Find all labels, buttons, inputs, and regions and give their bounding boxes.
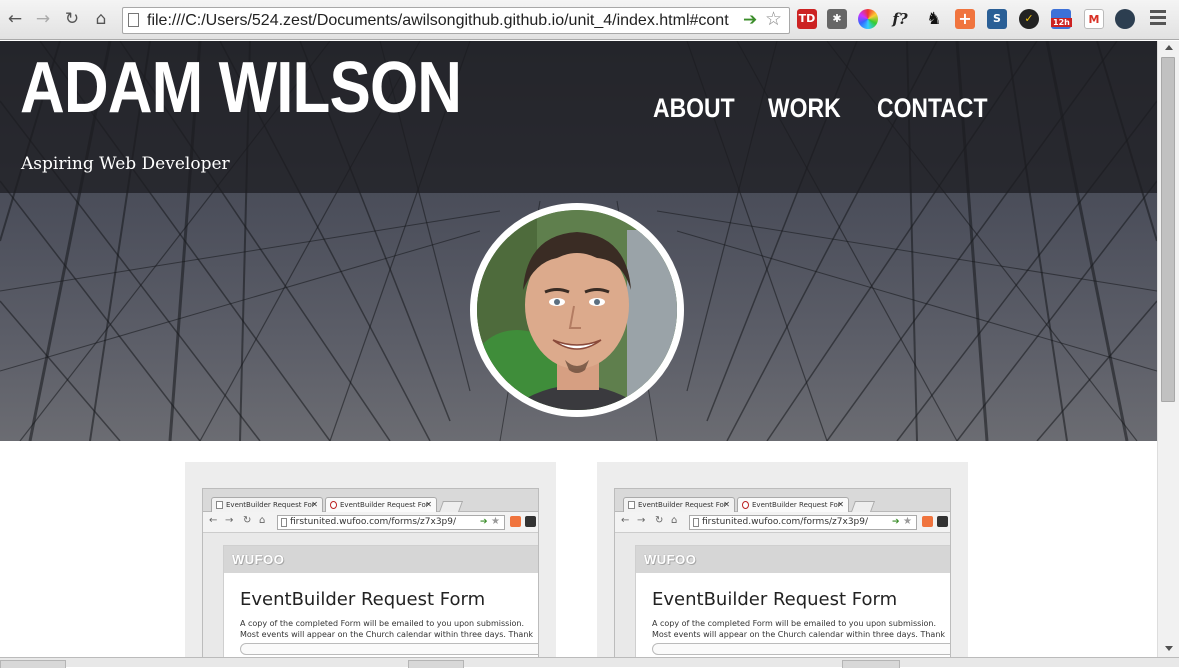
form-field <box>240 643 538 655</box>
wufoo-header: WUFOO <box>224 546 538 573</box>
page-icon <box>128 13 139 27</box>
page-icon <box>330 501 337 509</box>
nav-link-about[interactable]: ABOUT <box>653 93 735 124</box>
page-icon <box>216 501 223 509</box>
color-wheel-extension-icon[interactable] <box>858 9 878 29</box>
new-tab-icon <box>850 501 876 512</box>
hero-section: ADAM WILSON Aspiring Web Developer ABOUT… <box>0 41 1157 441</box>
screenshot-tabstrip: EventBuilder Request For ✕ EventBuilder R… <box>615 489 950 512</box>
wufoo-logo: WUFOO <box>644 552 697 567</box>
screenshot-tab: EventBuilder Request For ✕ <box>325 497 437 512</box>
portfolio-section: EventBuilder Request For ✕ EventBuilder R… <box>0 441 1157 657</box>
screenshot-tab: EventBuilder Request For ✕ <box>211 497 323 512</box>
screenshot-toolbar: ← → ↻ ⌂ firstunited.wufoo.com/forms/z7x3… <box>203 512 538 533</box>
checkmark-extension-icon[interactable]: ✓ <box>1019 9 1039 29</box>
asterisk-extension-icon[interactable]: ✱ <box>827 9 847 29</box>
forward-arrow-icon: → <box>225 515 234 526</box>
close-icon: ✕ <box>837 500 844 509</box>
plus-extension-icon <box>510 516 521 527</box>
star-icon: ★ <box>903 516 912 527</box>
go-arrow-icon[interactable]: ➔ <box>743 10 757 30</box>
back-arrow-icon: ← <box>209 515 218 526</box>
go-arrow-icon: ➔ <box>892 517 900 527</box>
taskbar-edge <box>0 657 1179 668</box>
back-arrow-icon: ← <box>621 515 630 526</box>
site-tagline: Aspiring Web Developer <box>21 154 230 174</box>
screenshot-page: WUFOO EventBuilder Request Form A copy o… <box>223 545 538 657</box>
page-icon <box>742 501 749 509</box>
form-description: A copy of the completed Form will be ema… <box>240 619 534 639</box>
form-description: A copy of the completed Form will be ema… <box>652 619 946 639</box>
reload-icon: ↻ <box>655 515 664 526</box>
portfolio-card[interactable]: EventBuilder Request For ✕ EventBuilder R… <box>597 462 968 657</box>
scroll-down-arrow-icon[interactable] <box>1165 646 1173 651</box>
home-icon: ⌂ <box>671 515 678 526</box>
ninja-extension-icon[interactable]: ♞ <box>924 9 944 29</box>
wufoo-header: WUFOO <box>636 546 950 573</box>
go-arrow-icon: ➔ <box>480 517 488 527</box>
reload-icon[interactable]: ↻ <box>61 8 83 30</box>
td-extension-icon[interactable]: TD <box>797 9 817 29</box>
calendar-extension-icon[interactable]: 12h <box>1051 9 1072 29</box>
extension-icon <box>937 516 948 527</box>
screenshot-toolbar: ← → ↻ ⌂ firstunited.wufoo.com/forms/z7x3… <box>615 512 950 533</box>
forward-arrow-icon: → <box>637 515 646 526</box>
project-screenshot[interactable]: EventBuilder Request For ✕ EventBuilder R… <box>202 488 539 657</box>
menu-icon[interactable] <box>1150 10 1166 28</box>
extension-icon <box>525 516 536 527</box>
home-icon: ⌂ <box>259 515 266 526</box>
back-arrow-icon[interactable]: ← <box>4 8 26 30</box>
scroll-up-arrow-icon[interactable] <box>1165 45 1173 50</box>
page-viewport: ADAM WILSON Aspiring Web Developer ABOUT… <box>0 41 1157 657</box>
screenshot-page: WUFOO EventBuilder Request Form A copy o… <box>635 545 950 657</box>
lock-extension-icon[interactable] <box>1115 9 1135 29</box>
nav-link-contact[interactable]: CONTACT <box>877 93 987 124</box>
close-icon: ✕ <box>311 500 318 509</box>
screenshot-tabstrip: EventBuilder Request For ✕ EventBuilder R… <box>203 489 538 512</box>
address-bar[interactable]: file:///C:/Users/524.zest/Documents/awil… <box>122 7 790 34</box>
page-icon <box>628 501 635 509</box>
close-icon: ✕ <box>425 500 432 509</box>
home-icon[interactable]: ⌂ <box>90 8 112 30</box>
project-screenshot[interactable]: EventBuilder Request For ✕ EventBuilder R… <box>614 488 951 657</box>
scrollbar-thumb[interactable] <box>1161 57 1175 402</box>
site-header: ADAM WILSON Aspiring Web Developer ABOUT… <box>0 41 1157 193</box>
browser-toolbar: ← → ↻ ⌂ file:///C:/Users/524.zest/Docume… <box>0 0 1179 40</box>
page-icon <box>281 518 287 527</box>
screenshot-address-bar: firstunited.wufoo.com/forms/z7x3p9/ ➔ ★ <box>277 515 505 530</box>
wufoo-logo: WUFOO <box>232 552 285 567</box>
profile-avatar <box>470 203 684 417</box>
nav-link-work[interactable]: WORK <box>768 93 841 124</box>
form-title: EventBuilder Request Form <box>652 589 898 610</box>
form-title: EventBuilder Request Form <box>240 589 486 610</box>
close-icon: ✕ <box>723 500 730 509</box>
plus-extension-icon <box>922 516 933 527</box>
plus-extension-icon[interactable]: + <box>955 9 975 29</box>
form-field <box>652 643 950 655</box>
bookmark-star-icon[interactable]: ☆ <box>765 8 782 30</box>
whatfont-extension-icon[interactable]: f? <box>890 9 910 29</box>
site-title[interactable]: ADAM WILSON <box>20 47 462 129</box>
screenshot-tab: EventBuilder Request For ✕ <box>623 497 735 512</box>
reload-icon: ↻ <box>243 515 252 526</box>
new-tab-icon <box>438 501 464 512</box>
address-url[interactable]: file:///C:/Users/524.zest/Documents/awil… <box>147 12 737 30</box>
screenshot-address-bar: firstunited.wufoo.com/forms/z7x3p9/ ➔ ★ <box>689 515 917 530</box>
gmail-extension-icon[interactable]: M <box>1084 9 1104 29</box>
vertical-scrollbar[interactable] <box>1157 41 1179 657</box>
forward-arrow-icon[interactable]: → <box>32 8 54 30</box>
page-icon <box>693 518 699 527</box>
profile-photo <box>477 210 677 410</box>
portfolio-card[interactable]: EventBuilder Request For ✕ EventBuilder R… <box>185 462 556 657</box>
star-icon: ★ <box>491 516 500 527</box>
screenshot-tab: EventBuilder Request For ✕ <box>737 497 849 512</box>
s-extension-icon[interactable]: S <box>987 9 1007 29</box>
